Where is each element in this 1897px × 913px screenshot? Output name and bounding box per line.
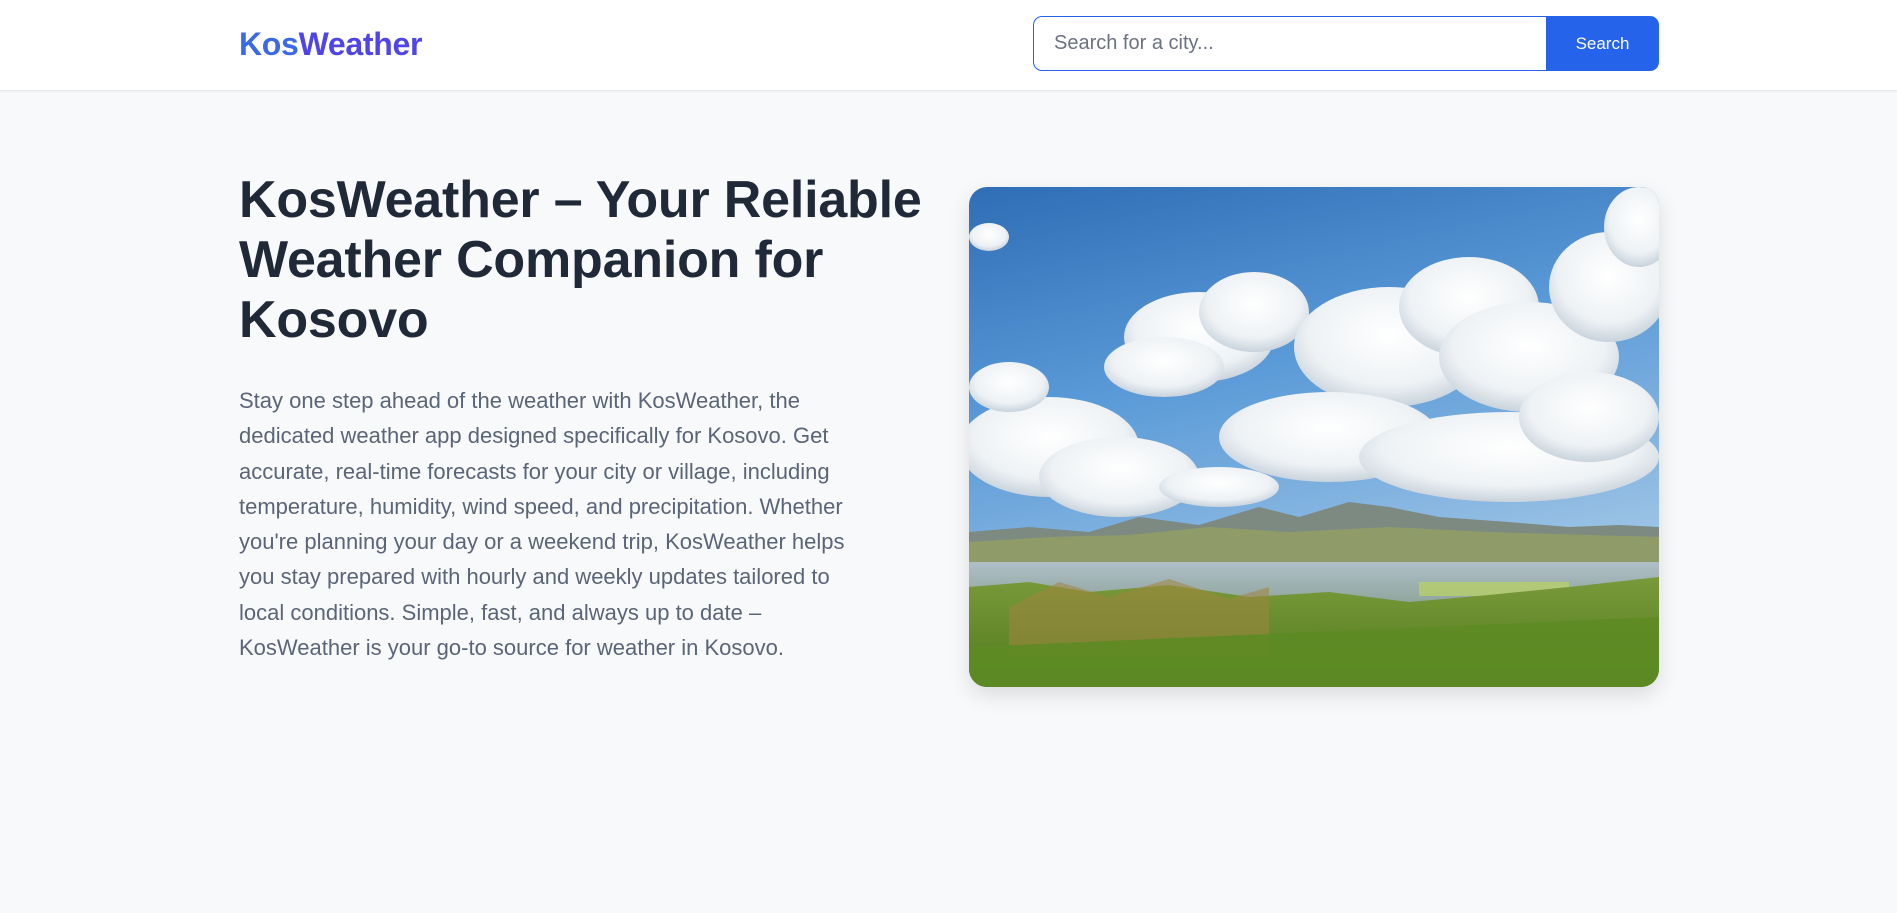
search-button[interactable]: Search (1546, 16, 1659, 71)
logo[interactable]: KosWeather (239, 26, 422, 63)
hero-description: Stay one step ahead of the weather with … (239, 388, 845, 661)
search-input[interactable] (1033, 16, 1546, 71)
site-header: KosWeather Search (0, 0, 1897, 91)
hero-title: KosWeather – Your Reliable Weather Compa… (239, 171, 922, 349)
hero-image (969, 187, 1659, 687)
landscape-photo-icon (969, 187, 1659, 687)
logo-part-weather: Weather (298, 26, 423, 62)
logo-part-kos: Kos (239, 26, 299, 62)
search-bar: Search (1033, 16, 1659, 71)
